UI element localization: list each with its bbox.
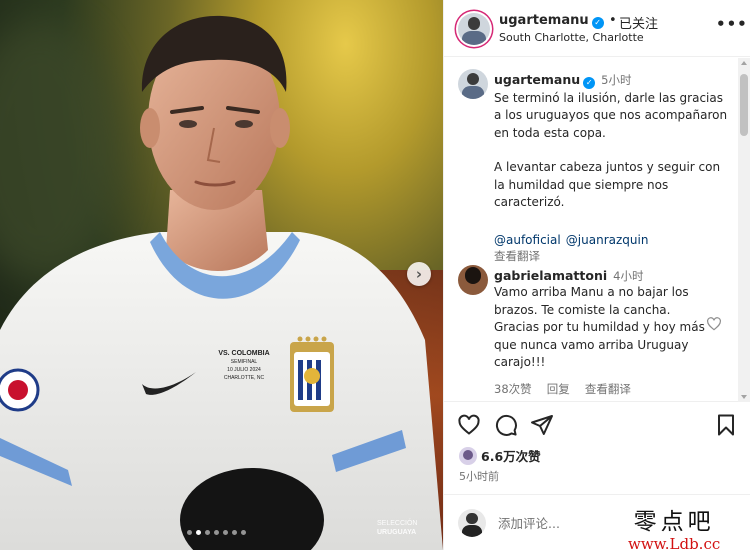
post-sidebar: ugartemanu ✓ • 已关注 South Charlotte, Charl… [443,0,750,550]
next-media-button[interactable]: › [407,262,431,286]
jersey-match-place: CHARLOTTE, NC [223,375,265,381]
header-separator: • [609,13,617,28]
liker-avatar [459,446,477,465]
scroll-down-arrow-icon[interactable] [741,395,747,399]
carousel-dot [223,530,228,535]
watermark-line-2: URUGUAYA [377,529,417,536]
federation-watermark: SELECCIÓN URUGUAYA [377,519,417,537]
mention-link[interactable]: @juanrazquin [566,233,649,247]
verified-badge-icon: ✓ [591,16,604,29]
caption-paragraph-1: Se terminó la ilusión, darle las gracias… [494,90,728,140]
comments-section[interactable]: ugartemanu ✓ 5小时 Se terminó la ilusión, da… [444,58,750,402]
scroll-up-arrow-icon[interactable] [741,61,747,65]
chevron-right-icon: › [415,265,423,283]
comment-text: Vamo arriba Manu a no bajar los brazos. … [494,285,705,369]
caption-paragraph-2: A levantar cabeza juntos y seguir con la… [494,160,721,209]
comment-likes[interactable]: 38次赞 [494,382,532,396]
carousel-dot [232,530,237,535]
watermark-line-1: SELECCIÓN [377,520,418,527]
carousel-dot [214,530,219,535]
comments-scrollbar[interactable] [738,58,750,402]
caption-time[interactable]: 5小时 [601,73,631,87]
mention-link[interactable]: @aufoficial [494,233,561,247]
bookmark-icon[interactable] [714,413,738,437]
jersey-match-stage: SEMIFINAL [230,359,258,365]
post-location[interactable]: South Charlotte, Charlotte [499,31,644,44]
post-timestamp[interactable]: 5小时前 [459,468,499,484]
author-username-row[interactable]: ugartemanu ✓ [499,13,604,29]
commenter-username[interactable]: gabrielamattoni [494,268,607,283]
jersey-match-date: 10 JULIO 2024 [227,367,261,373]
likes-count[interactable]: 6.6万次赞 [481,446,541,465]
verified-badge-icon: ✓ [583,76,596,89]
caption: ugartemanu ✓ 5小时 Se terminó la ilusión, da… [494,69,734,264]
current-user-avatar [458,509,486,537]
jersey-match-title: VS. COLOMBIA [218,350,270,357]
comment-time[interactable]: 4小时 [613,269,643,283]
follow-button[interactable]: 已关注 [619,13,658,32]
heart-icon[interactable] [457,413,481,437]
see-translation-link[interactable]: 查看翻译 [585,382,631,396]
post-header: ugartemanu ✓ • 已关注 South Charlotte, Charl… [444,0,750,57]
send-icon[interactable] [530,413,554,437]
jersey-match-text: VS. COLOMBIA SEMIFINAL 10 JULIO 2024 CHA… [214,350,274,382]
more-options-button[interactable]: ••• [716,15,748,33]
comment-icon[interactable] [494,413,518,437]
site-watermark-name: 零点吧 [633,509,715,535]
likes-summary[interactable]: 6.6万次赞 [459,446,541,465]
site-watermark: 零点吧 www.Ldb.cc [628,502,720,550]
carousel-dot [241,530,246,535]
carousel-dot [205,530,210,535]
scrollbar-thumb[interactable] [740,74,748,136]
comment-like-heart-icon[interactable] [706,316,722,332]
post-actions [444,413,750,443]
author-avatar[interactable] [458,13,490,45]
more-horizontal-icon: ••• [716,15,748,33]
caption-avatar[interactable] [458,69,488,99]
site-watermark-url: www.Ldb.cc [628,535,721,550]
comment-item: gabrielamattoni 4小时 Vamo arriba Manu a no… [494,265,706,397]
post-media[interactable]: VS. COLOMBIA SEMIFINAL 10 JULIO 2024 CHA… [0,0,443,550]
carousel-dot [187,530,192,535]
commenter-avatar[interactable] [458,265,488,295]
carousel-indicator [187,530,246,535]
caption-username[interactable]: ugartemanu [494,72,580,87]
carousel-dot [196,530,201,535]
author-username[interactable]: ugartemanu [499,13,589,28]
see-translation-link[interactable]: 查看翻译 [494,248,734,264]
reply-button[interactable]: 回复 [547,382,570,396]
player-photo [0,15,443,550]
